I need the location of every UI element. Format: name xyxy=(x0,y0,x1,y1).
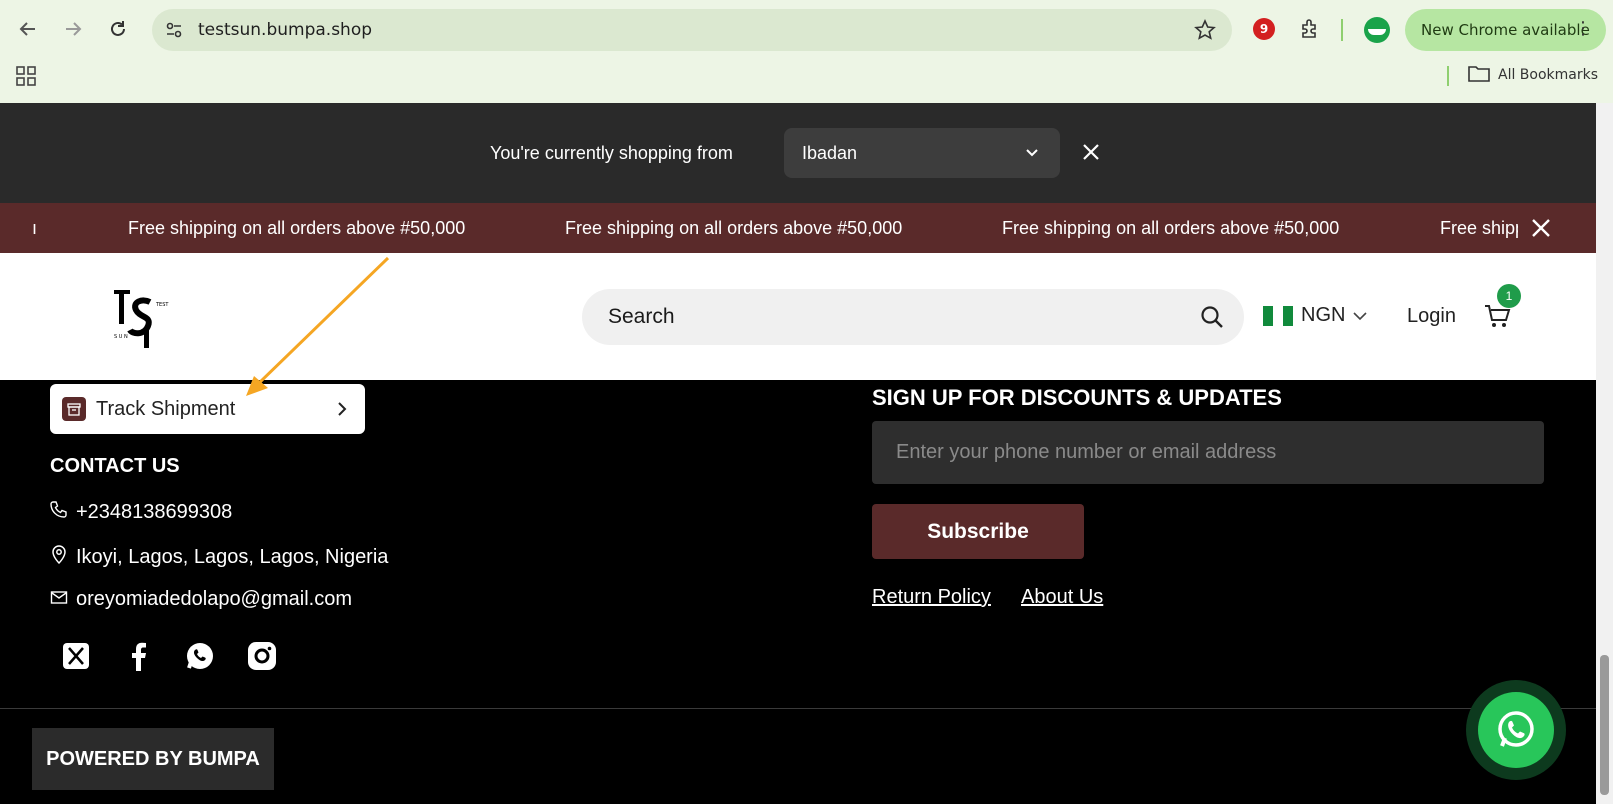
location-prompt: You're currently shopping from xyxy=(490,143,733,163)
site-header: TEST S U N Search NGN Login 1 xyxy=(0,253,1596,380)
scrollbar-thumb[interactable] xyxy=(1600,655,1609,795)
close-icon[interactable] xyxy=(1530,217,1552,244)
location-pin-icon xyxy=(50,544,68,570)
email-text: oreyomiadedolapo@gmail.com xyxy=(76,588,352,610)
signup-heading: SIGN UP FOR DISCOUNTS & UPDATES xyxy=(872,385,1282,410)
reload-icon[interactable] xyxy=(103,14,133,44)
apps-grid-icon[interactable] xyxy=(16,66,36,91)
currency-label: NGN xyxy=(1301,304,1346,326)
instagram-icon[interactable] xyxy=(246,640,278,672)
city-select[interactable]: Ibadan xyxy=(784,128,1060,178)
address-bar[interactable]: testsun.bumpa.shop xyxy=(152,9,1232,51)
promo-fragment: ı xyxy=(32,218,38,238)
track-shipment-button[interactable]: Track Shipment xyxy=(50,384,365,434)
search-input[interactable]: Search xyxy=(582,289,1244,345)
promo-message-partial: Free shipp xyxy=(1440,218,1518,238)
site-settings-icon[interactable] xyxy=(164,20,184,45)
facebook-icon[interactable] xyxy=(122,640,154,672)
page-scrollbar[interactable] xyxy=(1596,103,1613,804)
bookmark-star-icon[interactable] xyxy=(1194,19,1216,46)
location-bar: You're currently shopping from Ibadan xyxy=(0,103,1596,203)
kebab-menu-icon[interactable]: ⋮ xyxy=(1574,19,1592,39)
back-icon[interactable] xyxy=(13,14,43,44)
package-icon xyxy=(62,397,86,421)
currency-selector[interactable]: NGN xyxy=(1263,304,1368,327)
footer-divider xyxy=(0,708,1596,709)
promo-message: Free shipping on all orders above #50,00… xyxy=(1002,218,1340,238)
phone-number: +2348138699308 xyxy=(76,500,233,523)
whatsapp-icon xyxy=(1478,692,1554,768)
store-logo[interactable]: TEST S U N xyxy=(112,288,172,357)
whatsapp-icon[interactable] xyxy=(184,640,216,672)
mail-icon xyxy=(50,588,68,611)
promo-marquee: ı Free shipping on all orders above #50,… xyxy=(0,203,1518,253)
track-shipment-label: Track Shipment xyxy=(96,397,236,420)
svg-text:S U N: S U N xyxy=(114,334,128,340)
address-text: Ikoyi, Lagos, Lagos, Lagos, Nigeria xyxy=(76,545,389,568)
forward-icon[interactable] xyxy=(58,14,88,44)
cart-count-badge: 1 xyxy=(1497,284,1521,308)
url-text[interactable]: testsun.bumpa.shop xyxy=(198,20,372,40)
browser-chrome: testsun.bumpa.shop 9 New Chrome availabl… xyxy=(0,0,1613,103)
toolbar-divider xyxy=(1341,19,1343,41)
login-link[interactable]: Login xyxy=(1407,305,1456,328)
chevron-down-icon xyxy=(1353,304,1368,327)
return-policy-link[interactable]: Return Policy xyxy=(872,586,991,609)
signup-contact-input[interactable] xyxy=(872,421,1544,484)
social-links xyxy=(60,640,278,672)
chevron-down-icon xyxy=(1024,144,1040,165)
extension-badge-icon[interactable]: 9 xyxy=(1253,18,1275,40)
search-placeholder: Search xyxy=(608,305,675,328)
close-icon[interactable] xyxy=(1080,141,1102,168)
search-icon[interactable] xyxy=(1200,305,1224,335)
contact-email[interactable]: oreyomiadedolapo@gmail.com xyxy=(50,588,352,611)
city-select-value: Ibadan xyxy=(802,142,858,163)
promo-message: Free shipping on all orders above #50,00… xyxy=(565,218,903,238)
about-us-link[interactable]: About Us xyxy=(1021,586,1103,609)
contact-address: Ikoyi, Lagos, Lagos, Lagos, Nigeria xyxy=(50,544,388,570)
contact-phone[interactable]: +2348138699308 xyxy=(50,500,232,524)
folder-icon xyxy=(1468,64,1490,86)
extensions-puzzle-icon[interactable] xyxy=(1297,16,1323,42)
all-bookmarks-button[interactable]: All Bookmarks xyxy=(1468,64,1598,86)
nigeria-flag-icon xyxy=(1263,305,1293,326)
chevron-right-icon xyxy=(335,400,349,423)
promo-banner: ı Free shipping on all orders above #50,… xyxy=(0,203,1596,253)
chrome-update-button[interactable]: New Chrome available ⋮ xyxy=(1405,9,1606,51)
svg-text:TEST: TEST xyxy=(155,302,169,308)
bookmarks-divider xyxy=(1447,66,1449,86)
all-bookmarks-label: All Bookmarks xyxy=(1498,67,1599,83)
x-twitter-icon[interactable] xyxy=(60,640,92,672)
phone-icon xyxy=(50,500,68,524)
chrome-update-label: New Chrome available xyxy=(1421,21,1590,39)
promo-message: Free shipping on all orders above #50,00… xyxy=(128,218,466,238)
subscribe-button[interactable]: Subscribe xyxy=(872,504,1084,559)
whatsapp-chat-button[interactable] xyxy=(1466,680,1566,780)
profile-avatar[interactable] xyxy=(1364,17,1390,43)
powered-by-badge[interactable]: POWERED BY BUMPA xyxy=(32,728,274,790)
contact-us-heading: CONTACT US xyxy=(50,455,180,477)
